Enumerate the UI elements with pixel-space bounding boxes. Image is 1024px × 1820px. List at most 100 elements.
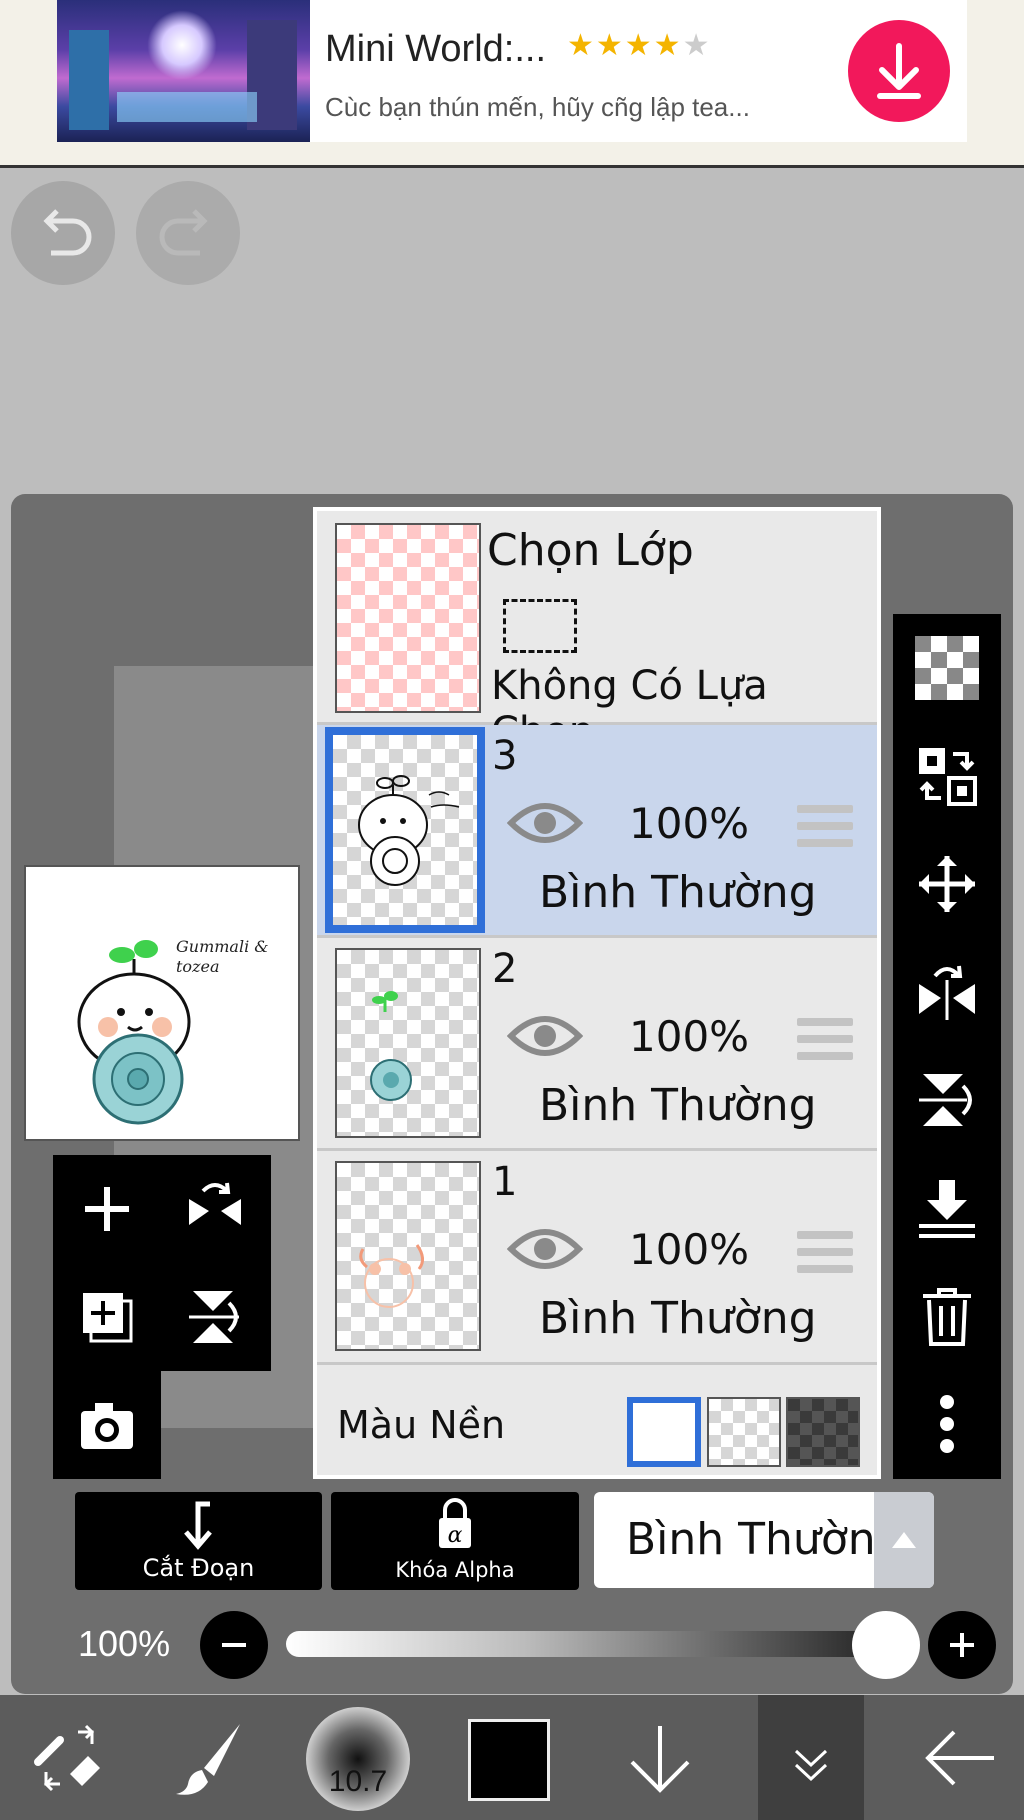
selection-layer-title: Chọn Lớp [487,525,694,576]
selection-tools-button[interactable] [20,1695,120,1820]
layer-thumbnail-3[interactable] [325,727,485,933]
ad-image[interactable] [57,0,310,142]
blend-mode-value: Bình Thường [626,1514,904,1565]
delete-layer-button[interactable] [893,1262,1001,1370]
layer-mode-3: Bình Thường [539,867,817,918]
layer-number-3: 3 [492,733,518,779]
triangle-up-icon [892,1532,916,1548]
brush-tool-button[interactable] [160,1695,260,1820]
layer-opacity-1: 100% [629,1225,750,1274]
visibility-eye-icon[interactable] [507,1010,583,1062]
brush-icon [176,1723,240,1795]
ad-subtitle: Cùc bạn thún mến, hũy cñg lập tea... [325,92,750,122]
opacity-slider-knob[interactable] [852,1611,920,1679]
pen-eraser-swap-icon [34,1724,100,1791]
artwork-signature: Gummali & tozea [176,937,269,976]
lock-icon: α [439,1498,471,1548]
bottom-toolbar: 10.7 [0,1695,1024,1820]
layer-number-2: 2 [492,946,518,992]
ad-rating-stars: ★★★★★ [567,28,712,63]
blend-mode-dropdown[interactable]: Bình Thường [594,1492,934,1588]
add-layer-copy-button[interactable] [53,1263,161,1371]
ad-title[interactable]: Mini World:... [325,28,546,71]
background-color-label: Màu Nền [337,1403,506,1447]
layer-thumbnail-1[interactable] [335,1161,481,1351]
brush-size-button[interactable]: 10.7 [306,1707,410,1811]
redo-icon [159,209,208,256]
layer-mode-2: Bình Thường [539,1080,817,1131]
artwork-preview[interactable]: Gummali & tozea [24,865,300,1141]
add-copy-icon [83,1293,133,1343]
layer-row-1[interactable]: 1 100% Bình Thường [317,1151,877,1365]
download-button[interactable] [848,20,950,122]
background-transparent-swatch[interactable] [707,1397,781,1467]
drag-handle-icon[interactable] [797,1018,853,1064]
import-photo-button[interactable] [53,1371,161,1479]
layers-button[interactable] [758,1695,864,1820]
layer-1-art [359,1244,424,1308]
plus-icon [950,1633,974,1657]
layer-row-2[interactable]: 2 100% Bình Thường [317,938,877,1151]
opacity-decrease-button[interactable] [200,1611,268,1679]
background-dark-swatch[interactable] [786,1397,860,1467]
selection-layer-row[interactable]: Chọn Lớp Không Có Lựa Chọn [317,511,877,755]
layers-list: Chọn Lớp Không Có Lựa Chọn 3 [313,507,881,1479]
layer-3-art [358,775,460,886]
layer-mode-1: Bình Thường [539,1293,817,1344]
artwork-image [77,940,191,1125]
selection-marquee-icon [503,599,577,653]
undo-button[interactable] [11,181,115,285]
layer-opacity-3: 100% [629,799,750,848]
transparency-button[interactable] [893,614,1001,722]
flip-horizontal-icon [919,965,975,1020]
move-layer-button[interactable] [893,830,1001,938]
color-picker-button[interactable] [468,1719,550,1801]
more-options-button[interactable] [893,1370,1001,1478]
blend-mode-expand-button[interactable] [874,1492,934,1588]
clipping-label: Cắt Đoạn [142,1554,255,1582]
opacity-increase-button[interactable] [928,1611,996,1679]
undo-icon [43,209,92,256]
drag-handle-icon[interactable] [797,805,853,851]
layer-row-3[interactable]: 3 100% Bình Thường [317,725,877,938]
alpha-lock-label: Khóa Alpha [395,1558,515,1582]
back-button[interactable] [910,1695,1010,1820]
ad-banner[interactable]: Mini World:... ★★★★★ Cùc bạn thún mến, h… [0,0,1024,168]
merge-down-button[interactable] [893,1154,1001,1262]
arrow-left-icon [925,1730,994,1785]
flip-horizontal-tool-button[interactable] [161,1155,269,1263]
flip-vertical-icon [189,1291,239,1343]
opacity-slider-track[interactable] [286,1631,886,1657]
redo-button[interactable] [136,181,240,285]
flip-horizontal-icon [189,1182,241,1225]
plus-icon [85,1187,129,1231]
flip-vertical-button[interactable] [893,1046,1001,1154]
flip-vertical-icon [919,1074,972,1126]
drag-handle-icon[interactable] [797,1231,853,1277]
minus-icon [222,1643,246,1647]
add-layer-button[interactable] [53,1155,161,1263]
brush-size-value: 10.7 [328,1765,388,1798]
arrow-down-icon [630,1725,690,1793]
double-chevron-down-icon [794,1749,828,1782]
clipping-button[interactable]: Cắt Đoạn [75,1492,322,1590]
move-down-button[interactable] [610,1695,710,1820]
alpha-lock-button[interactable]: α Khóa Alpha [331,1492,579,1590]
visibility-eye-icon[interactable] [507,797,583,849]
move-icon [919,856,975,912]
svg-text:α: α [448,1523,463,1548]
flip-horizontal-button[interactable] [893,938,1001,1046]
layer-opacity-2: 100% [629,1012,750,1061]
checkerboard-icon [915,636,979,700]
swap-layers-button[interactable] [893,722,1001,830]
background-color-row: Màu Nền [317,1373,877,1475]
opacity-control: 100% [0,1603,1024,1683]
layer-thumbnail-2[interactable] [335,948,481,1138]
layer-tools-grid [53,1155,271,1371]
flip-vertical-tool-button[interactable] [161,1263,269,1371]
clip-arrow-icon [184,1501,212,1550]
selection-layer-thumbnail [335,523,481,713]
background-white-swatch[interactable] [627,1397,701,1467]
ad-card[interactable]: Mini World:... ★★★★★ Cùc bạn thún mến, h… [57,0,967,142]
visibility-eye-icon[interactable] [507,1223,583,1275]
